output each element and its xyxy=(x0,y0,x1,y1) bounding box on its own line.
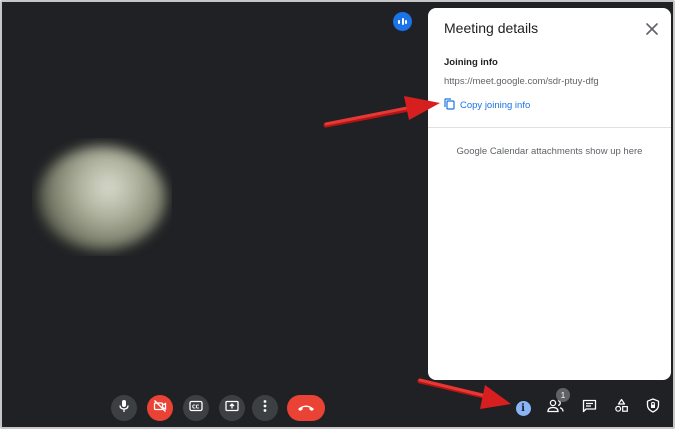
more-options-icon xyxy=(263,399,267,418)
close-icon[interactable] xyxy=(643,20,661,38)
activities-icon xyxy=(614,398,629,418)
meeting-details-icon: i xyxy=(515,400,531,416)
present-screen-icon xyxy=(225,399,239,417)
chat-button[interactable] xyxy=(579,398,599,418)
participant-count-badge: 1 xyxy=(556,388,570,402)
camera-off-icon xyxy=(153,399,167,418)
meeting-stage: Meeting details Joining info https://mee… xyxy=(0,0,675,429)
chat-icon xyxy=(582,399,597,418)
captions-button[interactable]: CC xyxy=(183,395,209,421)
meeting-details-button[interactable]: i xyxy=(513,398,533,418)
divider xyxy=(428,127,671,128)
captions-icon: CC xyxy=(189,399,203,417)
end-call-button[interactable] xyxy=(287,395,325,421)
host-controls-button[interactable] xyxy=(643,398,663,418)
host-controls-icon xyxy=(646,398,660,418)
meeting-details-panel: Meeting details Joining info https://mee… xyxy=(428,8,671,380)
participant-video-tile xyxy=(32,138,172,256)
camera-toggle-button[interactable] xyxy=(147,395,173,421)
panel-title: Meeting details xyxy=(444,20,539,36)
end-call-icon xyxy=(297,399,315,417)
svg-text:CC: CC xyxy=(192,404,200,410)
joining-info-heading: Joining info xyxy=(444,57,498,68)
present-screen-button[interactable] xyxy=(219,395,245,421)
more-options-button[interactable] xyxy=(252,395,278,421)
speaking-indicator-icon xyxy=(393,12,412,31)
copy-icon xyxy=(444,98,455,113)
activities-button[interactable] xyxy=(611,398,631,418)
meeting-url: https://meet.google.com/sdr-ptuy-dfg xyxy=(444,76,599,87)
mic-button[interactable] xyxy=(111,395,137,421)
copy-joining-info-label: Copy joining info xyxy=(460,100,531,111)
calendar-attachments-note: Google Calendar attachments show up here xyxy=(456,146,643,157)
mic-icon xyxy=(118,399,130,418)
copy-joining-info-button[interactable]: Copy joining info xyxy=(444,98,530,113)
